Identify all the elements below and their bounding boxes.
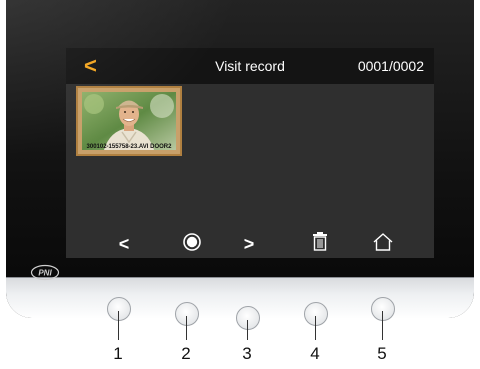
brand-logo: PNI: [30, 264, 60, 281]
previous-button[interactable]: <: [114, 234, 134, 255]
page-counter: 0001/0002: [357, 58, 424, 74]
leader-line-3: [247, 320, 248, 340]
leader-line-5: [382, 311, 383, 340]
trash-icon[interactable]: [312, 231, 328, 251]
hardware-button-2[interactable]: [175, 302, 199, 326]
leader-line-1: [118, 311, 119, 340]
title-bar: < Visit record 0001/0002: [66, 48, 434, 84]
hardware-button-5[interactable]: [371, 297, 395, 321]
hardware-button-3[interactable]: [236, 306, 260, 330]
visitor-photo: [82, 92, 176, 150]
page-title: Visit record: [215, 58, 285, 74]
back-button[interactable]: <: [84, 53, 108, 79]
hardware-button-1[interactable]: [107, 297, 131, 321]
button-number-4: 4: [310, 344, 320, 363]
button-number-3: 3: [242, 344, 252, 363]
next-button[interactable]: >: [239, 234, 259, 255]
button-number-5: 5: [377, 344, 387, 363]
leader-line-2: [186, 316, 187, 340]
visit-record-thumbnail[interactable]: 300102-155758-23.AVI DOOR2: [76, 86, 182, 156]
hardware-button-4[interactable]: [304, 302, 328, 326]
button-number-1: 1: [113, 344, 123, 363]
svg-text:PNI: PNI: [38, 269, 52, 278]
leader-line-4: [315, 316, 316, 340]
intercom-monitor: < Visit record 0001/0002 300102-155758-2…: [6, 0, 474, 318]
display-screen: < Visit record 0001/0002 300102-155758-2…: [66, 48, 434, 258]
home-icon[interactable]: [372, 231, 394, 253]
record-circle-icon[interactable]: [182, 232, 202, 252]
button-number-2: 2: [181, 344, 191, 363]
thumbnail-filename: 300102-155758-23.AVI DOOR2: [86, 144, 172, 150]
